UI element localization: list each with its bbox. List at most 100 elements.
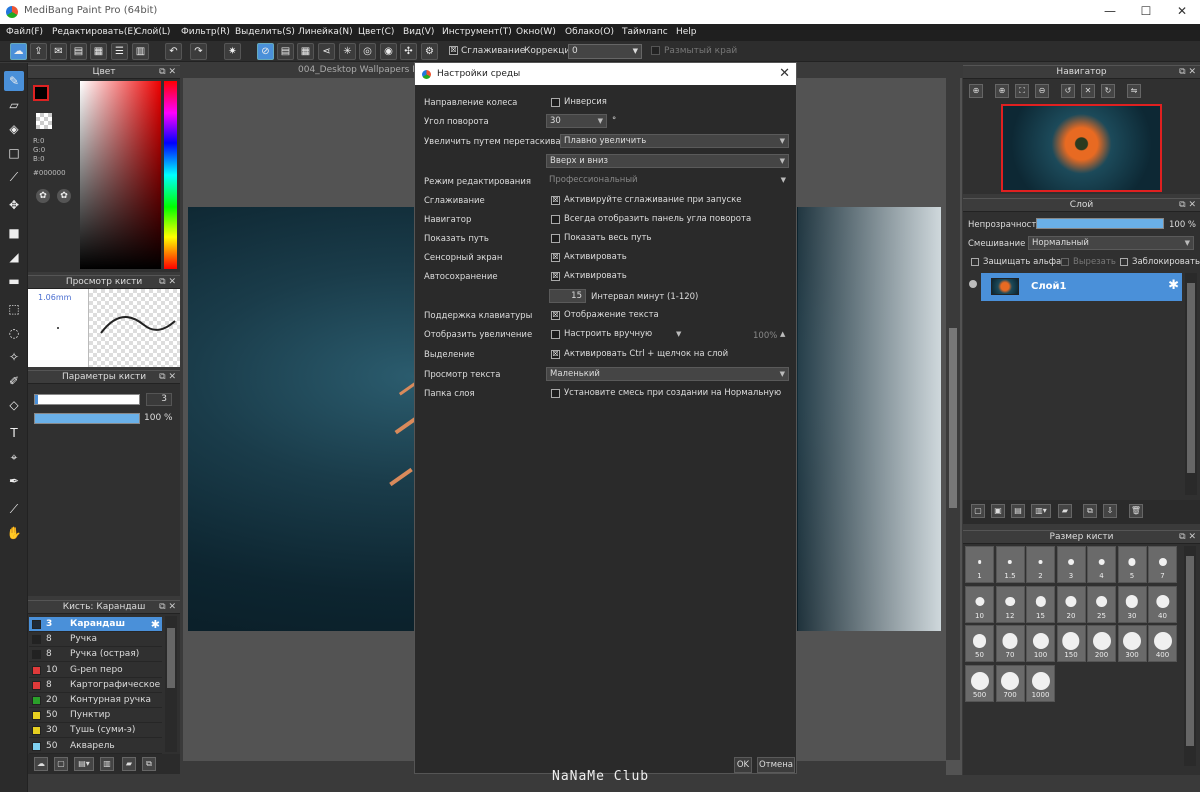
- chevron-down-icon[interactable]: ▼: [676, 330, 681, 338]
- move-tool-icon[interactable]: ✥: [4, 195, 24, 215]
- menu-file[interactable]: Файл(F): [6, 27, 43, 37]
- brush-size-preset[interactable]: 150: [1056, 625, 1086, 662]
- fill-shape-icon[interactable]: ■: [4, 223, 24, 243]
- brush-size-preset[interactable]: 50: [965, 625, 994, 662]
- brush-size-preset[interactable]: 20: [1056, 585, 1086, 623]
- navigator-thumbnail[interactable]: [1001, 104, 1162, 192]
- palette-add-icon[interactable]: ✿: [57, 189, 71, 203]
- merge-down-icon[interactable]: ⇩: [1103, 504, 1117, 518]
- brush-list-item[interactable]: 50 Акварель: [29, 739, 162, 754]
- close-window-button[interactable]: ✕: [1164, 0, 1200, 24]
- add-layer-menu-icon[interactable]: ▥▾: [1031, 504, 1051, 518]
- protect-alpha-checkbox[interactable]: [971, 258, 979, 266]
- operation-tool-icon[interactable]: ⌖: [4, 447, 24, 467]
- layer-opacity-slider[interactable]: [1036, 218, 1164, 229]
- fit-icon[interactable]: ⛶: [1015, 84, 1029, 98]
- menu-cloud[interactable]: Облако(O): [565, 27, 614, 37]
- zoom-out-icon[interactable]: ⊖: [1035, 84, 1049, 98]
- lasso-select-icon[interactable]: ◌: [4, 323, 24, 343]
- keyboard-text-checkbox[interactable]: ☒: [551, 311, 560, 320]
- layer-scroll-thumb[interactable]: [1187, 283, 1195, 473]
- text-tool-icon[interactable]: T: [4, 423, 24, 443]
- brush-size-preset[interactable]: 1000: [1026, 664, 1055, 702]
- menu-color[interactable]: Цвет(C): [358, 27, 394, 37]
- panel-float-close-icon[interactable]: ⧉ ✕: [159, 371, 176, 383]
- hue-slider[interactable]: [164, 81, 177, 269]
- rotate-left-icon[interactable]: ↺: [1061, 84, 1075, 98]
- brush-size-slider[interactable]: [34, 394, 140, 405]
- no-snap-icon[interactable]: ⊘: [257, 43, 274, 60]
- zoom-in-2-icon[interactable]: ⊕: [995, 84, 1009, 98]
- redo-icon[interactable]: ↷: [190, 43, 207, 60]
- blur-edge-checkbox[interactable]: [651, 46, 660, 55]
- brush-list-item[interactable]: 8 Ручка: [29, 632, 162, 648]
- menu-select[interactable]: Выделить(S): [235, 27, 295, 37]
- panel-float-close-icon[interactable]: ⧉ ✕: [159, 276, 176, 288]
- zoom-in-icon[interactable]: ⊕: [969, 84, 983, 98]
- new-bitmap-layer-icon[interactable]: ▤: [1011, 504, 1025, 518]
- menu-filter[interactable]: Фильтр(R): [181, 27, 230, 37]
- rotation-angle-select[interactable]: 30 ▼: [546, 114, 607, 128]
- brush-size-preset[interactable]: 25: [1087, 585, 1116, 623]
- zoom-manual-checkbox[interactable]: [551, 330, 560, 339]
- curve-snap-icon[interactable]: ◉: [380, 43, 397, 60]
- brush-list-item[interactable]: 30 Тушь (суми-э): [29, 723, 162, 739]
- canvas-v-scrollbar[interactable]: [946, 78, 960, 760]
- brush-size-preset[interactable]: 15: [1026, 585, 1055, 623]
- new-brush-icon[interactable]: ▢: [54, 757, 68, 771]
- menu-layer[interactable]: Слой(L): [135, 27, 170, 37]
- chat-icon[interactable]: ✉: [50, 43, 67, 60]
- add-brush-menu-icon[interactable]: ▤▾: [74, 757, 94, 771]
- brush-gear-icon[interactable]: ✱: [151, 617, 160, 632]
- brush-size-preset[interactable]: 400: [1148, 625, 1177, 662]
- brush-size-preset[interactable]: 4: [1087, 546, 1116, 583]
- new-halftone-layer-icon[interactable]: ▣: [991, 504, 1005, 518]
- reset-icon[interactable]: ✕: [1081, 84, 1095, 98]
- canvas-v-scroll-thumb[interactable]: [949, 328, 957, 508]
- eyedropper-tool-icon[interactable]: ⟋: [4, 499, 24, 519]
- select-pen-icon[interactable]: ✐: [4, 371, 24, 391]
- snap-off-icon[interactable]: ✷: [224, 43, 241, 60]
- perspective-snap-icon[interactable]: ⋖: [318, 43, 335, 60]
- blur-eraser-icon[interactable]: ◈: [4, 119, 24, 139]
- cancel-button[interactable]: Отмена: [757, 757, 795, 773]
- menu-edit[interactable]: Редактировать(E): [52, 27, 137, 37]
- show-full-path-checkbox[interactable]: [551, 234, 560, 243]
- brush-folder-icon[interactable]: ▰: [122, 757, 136, 771]
- menu-help[interactable]: Help: [676, 27, 697, 37]
- layer-visibility-icon[interactable]: [969, 280, 977, 288]
- brush-size-preset[interactable]: 100: [1026, 625, 1055, 662]
- delete-layer-icon[interactable]: 🗑: [1129, 504, 1143, 518]
- line-tool-icon[interactable]: ⟋: [4, 167, 24, 187]
- brush-size-value[interactable]: 3: [146, 393, 172, 406]
- brush-list-item[interactable]: 20 Контурная ручка: [29, 693, 162, 708]
- correction-select[interactable]: 0 ▼: [568, 44, 642, 59]
- menu-window[interactable]: Окно(W): [516, 27, 556, 37]
- rect-select-icon[interactable]: ⬚: [4, 299, 24, 319]
- brush-list-item[interactable]: 8 Ручка (острая): [29, 647, 162, 663]
- brush-settings-icon[interactable]: ▥: [100, 757, 114, 771]
- clip-checkbox[interactable]: [1061, 258, 1069, 266]
- circle-snap-icon[interactable]: ◎: [359, 43, 376, 60]
- brush-tool-icon[interactable]: ✎: [4, 71, 24, 91]
- palette-icon[interactable]: ✿: [36, 189, 50, 203]
- brush-opacity-slider[interactable]: [34, 413, 140, 424]
- panel-float-close-icon[interactable]: ⧉ ✕: [159, 66, 176, 78]
- brush-size-preset[interactable]: 70: [995, 625, 1025, 662]
- ok-button[interactable]: OK: [734, 757, 752, 773]
- panel-float-close-icon[interactable]: ⧉ ✕: [1179, 66, 1196, 78]
- rotation-panel-checkbox[interactable]: [551, 215, 560, 224]
- brush-size-preset[interactable]: 12: [995, 585, 1025, 623]
- selection-ctrl-checkbox[interactable]: ☒: [551, 350, 560, 359]
- panel-float-close-icon[interactable]: ⧉ ✕: [1179, 199, 1196, 211]
- parallel-snap-icon[interactable]: ▤: [277, 43, 294, 60]
- grid-icon[interactable]: ▥: [132, 43, 149, 60]
- brush-list-item[interactable]: 10 G-pen перо: [29, 663, 162, 678]
- upload-icon[interactable]: ⇪: [30, 43, 47, 60]
- vanish-snap-icon[interactable]: ✣: [400, 43, 417, 60]
- grid-snap-icon[interactable]: ▦: [297, 43, 314, 60]
- brush-size-preset[interactable]: 10: [965, 585, 994, 623]
- brush-size-preset[interactable]: 500: [965, 664, 994, 702]
- hand-tool-icon[interactable]: ✋: [4, 523, 24, 543]
- cloud-icon[interactable]: ☁: [10, 43, 27, 60]
